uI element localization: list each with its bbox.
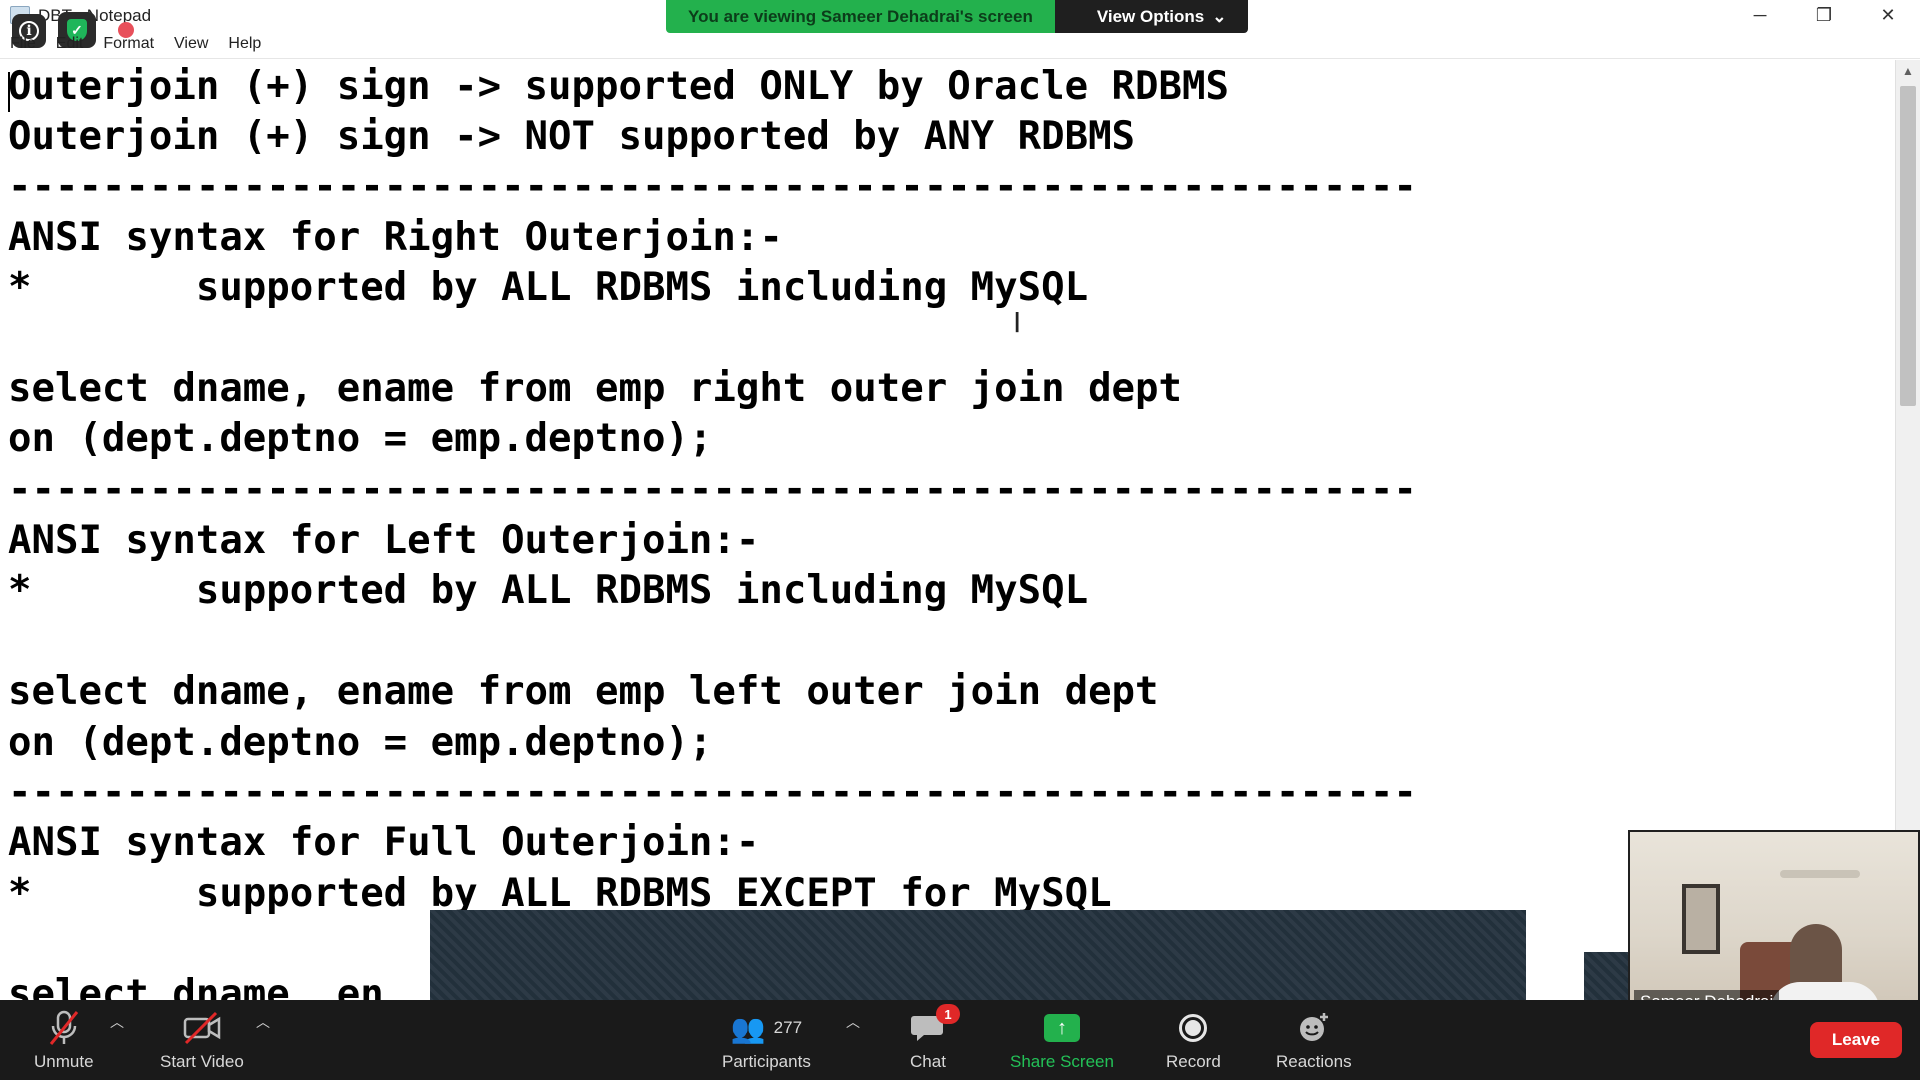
text-line: Outerjoin (+) sign -> NOT supported by A… xyxy=(8,114,1136,159)
text-line: select dname, ename from emp left outer … xyxy=(8,669,1159,714)
share-screen-button[interactable]: ↑ Share Screen xyxy=(1010,1008,1114,1072)
menu-edit[interactable]: Edit xyxy=(56,35,84,57)
smiley-plus-icon xyxy=(1297,1008,1331,1048)
text-line: select dname, en xyxy=(8,972,384,1000)
video-options-caret-icon[interactable]: ︿ xyxy=(256,1012,270,1032)
start-video-button[interactable]: Start Video xyxy=(160,1008,244,1072)
text-line: ----------------------------------------… xyxy=(8,164,1417,209)
chat-unread-badge: 1 xyxy=(936,1004,960,1024)
chevron-down-icon: ⌄ xyxy=(1212,6,1227,26)
menu-bar: File Edit Format View Help xyxy=(10,35,281,57)
notepad-text-area[interactable]: Outerjoin (+) sign -> supported ONLY by … xyxy=(0,60,1896,1000)
audio-options-caret-icon[interactable]: ︿ xyxy=(110,1012,124,1032)
record-icon xyxy=(1179,1014,1208,1042)
text-caret xyxy=(8,72,10,112)
chat-label: Chat xyxy=(910,1052,946,1071)
ibeam-cursor-icon: I xyxy=(1013,306,1022,339)
text-line: ANSI syntax for Left Outerjoin:- xyxy=(8,518,760,563)
view-options-button[interactable]: View Options ⌄ xyxy=(1054,0,1249,33)
text-line: on (dept.deptno = emp.deptno); xyxy=(8,720,713,765)
screen-share-banner: You are viewing Sameer Dehadrai's screen… xyxy=(666,0,1249,33)
ceiling-fan xyxy=(1780,870,1860,878)
text-line: on (dept.deptno = emp.deptno); xyxy=(8,416,713,461)
leave-button[interactable]: Leave xyxy=(1810,1022,1902,1058)
record-label: Record xyxy=(1166,1052,1221,1071)
menu-help[interactable]: Help xyxy=(228,35,261,57)
participants-button[interactable]: 👥 277 Participants xyxy=(722,1008,811,1072)
participant-head xyxy=(1790,924,1842,990)
text-line: * supported by ALL RDBMS including MySQL xyxy=(8,265,1089,310)
unmute-button[interactable]: Unmute xyxy=(34,1008,94,1072)
reactions-button[interactable]: Reactions xyxy=(1276,1008,1352,1072)
view-options-label: View Options xyxy=(1096,6,1205,26)
text-line: Outerjoin (+) sign -> supported ONLY by … xyxy=(8,64,1229,109)
participants-icon: 👥 xyxy=(730,1012,766,1044)
participants-count: 277 xyxy=(773,1018,803,1037)
video-off-icon xyxy=(182,1008,222,1048)
menu-view[interactable]: View xyxy=(174,35,208,57)
participants-icon-group: 👥 277 xyxy=(731,1008,802,1048)
viewing-screen-label: You are viewing Sameer Dehadrai's screen xyxy=(666,0,1055,33)
reactions-label: Reactions xyxy=(1276,1052,1352,1071)
screen-share-overlay xyxy=(430,910,1526,1002)
text-line: select dname, ename from emp right outer… xyxy=(8,366,1182,411)
restore-icon[interactable]: ❐ xyxy=(1792,0,1856,30)
participant-video-tile[interactable]: Sameer Dehadrai xyxy=(1628,830,1920,1020)
text-line: * supported by ALL RDBMS including MySQL xyxy=(8,568,1089,613)
menu-format[interactable]: Format xyxy=(103,35,154,57)
meeting-toolbar: Unmute ︿ Start Video ︿ 👥 277 Participant… xyxy=(0,1000,1920,1080)
scroll-thumb[interactable] xyxy=(1900,86,1916,406)
scroll-up-arrow-icon[interactable]: ▲ xyxy=(1902,64,1914,78)
text-line: ANSI syntax for Full Outerjoin:- xyxy=(8,820,760,865)
share-screen-label: Share Screen xyxy=(1010,1052,1114,1071)
close-icon[interactable]: ✕ xyxy=(1856,0,1920,30)
wall-picture-frame xyxy=(1682,884,1720,954)
text-line: ----------------------------------------… xyxy=(8,467,1417,512)
participants-label: Participants xyxy=(722,1052,811,1071)
minimize-icon[interactable]: ─ xyxy=(1728,0,1792,30)
muted-microphone-icon xyxy=(47,1008,81,1048)
text-line: ----------------------------------------… xyxy=(8,770,1417,815)
share-screen-icon-wrap: ↑ xyxy=(1043,1008,1080,1048)
record-icon-wrap xyxy=(1179,1008,1208,1048)
record-button[interactable]: Record xyxy=(1166,1008,1221,1072)
participants-options-caret-icon[interactable]: ︿ xyxy=(846,1012,860,1032)
screen-share-overlay xyxy=(1584,952,1634,1002)
unmute-label: Unmute xyxy=(34,1052,94,1071)
start-video-label: Start Video xyxy=(160,1052,244,1071)
menu-file[interactable]: File xyxy=(10,35,36,57)
window-controls: ─ ❐ ✕ xyxy=(1728,0,1920,30)
share-screen-icon: ↑ xyxy=(1043,1014,1080,1042)
text-line: ANSI syntax for Right Outerjoin:- xyxy=(8,215,783,260)
